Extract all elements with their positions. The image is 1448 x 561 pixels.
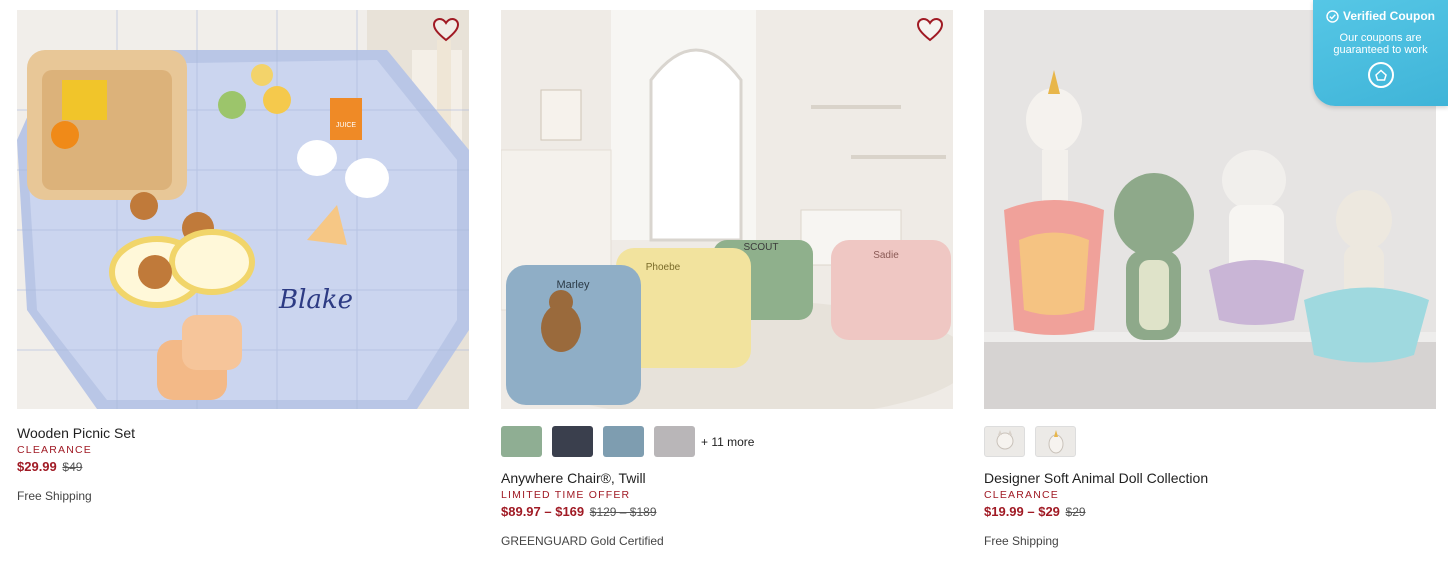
style-swatches: [984, 426, 1436, 457]
coupon-title-text: Verified Coupon: [1342, 9, 1435, 23]
kids-chairs-photo: SCOUT Sadie Phoebe Marley: [501, 10, 953, 409]
product-image[interactable]: SCOUT Sadie Phoebe Marley: [501, 10, 953, 409]
product-card-wooden-picnic-set[interactable]: JUICE Blake Wooden Picnic Set CLEARANCE …: [17, 10, 469, 504]
favorite-heart-icon[interactable]: [432, 17, 460, 42]
sale-price: $89.97 – $169: [501, 504, 585, 519]
coupon-title: Verified Coupon: [1313, 9, 1448, 23]
coupon-logo-icon: [1367, 62, 1394, 88]
svg-text:Marley: Marley: [556, 279, 590, 291]
product-image[interactable]: JUICE Blake: [17, 10, 469, 409]
product-price: $19.99 – $29 $29: [984, 503, 1436, 521]
coupon-description: Our coupons are guaranteed to work: [1333, 32, 1428, 56]
verified-coupon-widget[interactable]: Verified Coupon Our coupons are guarante…: [1313, 0, 1448, 106]
picnic-set-photo: JUICE Blake: [17, 10, 469, 409]
more-colors-link[interactable]: + 11 more: [701, 435, 754, 449]
svg-text:JUICE: JUICE: [336, 122, 357, 129]
shipping-info: Free Shipping: [984, 534, 1059, 548]
svg-text:SCOUT: SCOUT: [744, 242, 779, 253]
sale-price: $29.99: [17, 459, 57, 474]
certification-info: GREENGUARD Gold Certified: [501, 534, 664, 548]
swatch-cat-doll[interactable]: [984, 426, 1025, 457]
swatch-unicorn-doll[interactable]: [1035, 426, 1076, 457]
original-price: $29: [1065, 505, 1086, 519]
color-swatches: + 11 more: [501, 426, 953, 457]
shipping-info: Free Shipping: [17, 489, 92, 503]
product-name[interactable]: Wooden Picnic Set: [17, 424, 469, 442]
svg-text:Phoebe: Phoebe: [646, 262, 681, 273]
product-name[interactable]: Anywhere Chair®, Twill: [501, 469, 953, 487]
swatch-color[interactable]: [552, 426, 593, 457]
product-name[interactable]: Designer Soft Animal Doll Collection: [984, 469, 1436, 487]
check-circle-icon: [1326, 9, 1339, 23]
swatch-color[interactable]: [501, 426, 542, 457]
favorite-heart-icon[interactable]: [916, 17, 944, 42]
sale-price: $19.99 – $29: [984, 504, 1060, 519]
clearance-badge: CLEARANCE: [984, 489, 1059, 501]
product-price: $89.97 – $169 $129 – $189: [501, 503, 953, 521]
svg-text:Sadie: Sadie: [873, 250, 899, 261]
original-price: $49: [62, 460, 83, 474]
limited-offer-badge: LIMITED TIME OFFER: [501, 489, 631, 501]
original-price: $129 – $189: [589, 505, 657, 519]
product-card-anywhere-chair[interactable]: SCOUT Sadie Phoebe Marley + 11 more Anyw…: [501, 10, 953, 549]
swatch-color[interactable]: [603, 426, 644, 457]
product-price: $29.99 $49: [17, 458, 469, 476]
clearance-badge: CLEARANCE: [17, 444, 92, 456]
svg-text:Blake: Blake: [278, 285, 353, 315]
swatch-color[interactable]: [654, 426, 695, 457]
